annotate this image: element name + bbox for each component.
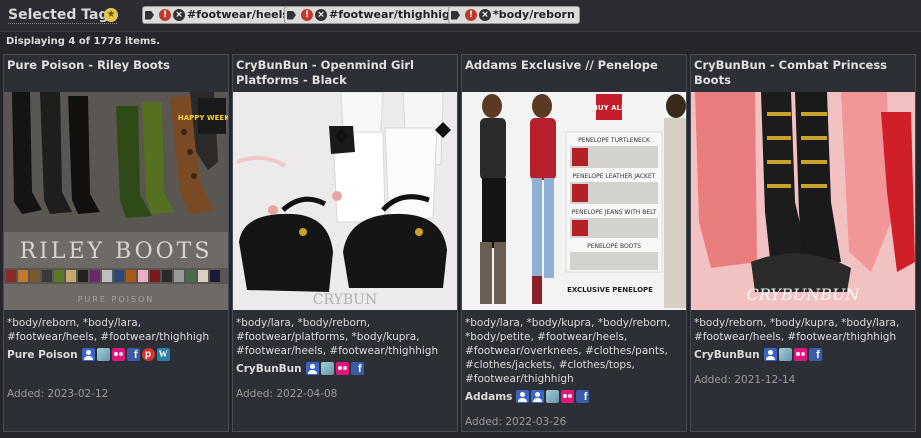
item-added-date: Added: 2022-03-26 [465,416,567,428]
facebook-icon[interactable]: f [576,390,590,403]
selected-tags-bar: Selected Tags ★ ! × #footwear/heels ! × … [0,0,921,32]
item-title[interactable]: Pure Poison - Riley Boots [7,58,225,73]
exclude-icon[interactable]: ! [465,9,477,21]
user-icon[interactable] [531,390,545,403]
item-source-name[interactable]: Addams [465,391,512,403]
combat-princess-boots-image: CRYBUNBUN [691,92,915,310]
tag-chip-body-reborn[interactable]: ! × *body/reborn [448,6,580,24]
item-added-date: Added: 2022-04-08 [236,388,338,400]
item-image[interactable]: HAPPY WEEKEND RILEY BOOTS PURE POISON [4,92,228,310]
item-title[interactable]: CryBunBun - Openmind Girl Platforms - Bl… [236,58,454,88]
item-added-date: Added: 2021-12-14 [694,374,796,386]
item-image[interactable]: CRYBUNBUN [691,92,915,310]
item-card[interactable]: Pure Poison - Riley Boots HAPPY WEEKEND … [3,54,229,432]
pinterest-icon[interactable]: p [141,348,155,361]
item-tags: *body/lara, *body/reborn, #footwear/plat… [236,317,439,357]
item-title[interactable]: CryBunBun - Combat Princess Boots [694,58,912,88]
facebook-icon[interactable]: f [126,348,140,361]
exclude-icon[interactable]: ! [159,9,171,21]
item-image[interactable]: BUY ALL PENELOPE TURTLENECK PENELOPE LEA… [462,92,686,310]
tag-chip-label: #footwear/heels [187,8,289,21]
image-subtitle-text: PURE POISON [78,295,155,304]
item-image[interactable]: CRYBUN [233,92,457,310]
facebook-icon[interactable]: f [350,362,364,375]
tag-icon [145,10,157,21]
user-icon[interactable] [81,348,95,361]
tag-chip-footwear-thighhigh[interactable]: ! × #footwear/thighhigh [284,6,463,24]
user-icon[interactable] [763,348,777,361]
item-added-date: Added: 2023-02-12 [7,388,109,400]
marketplace-icon[interactable] [96,348,110,361]
image-label-text: PENELOPE TURTLENECK [578,137,651,144]
item-card[interactable]: CryBunBun - Combat Princess Boots CRYBUN… [690,54,916,432]
exclude-icon[interactable]: ! [301,9,313,21]
image-badge-text: BUY ALL [593,104,626,112]
item-source: CryBunBun f [694,348,824,361]
svg-text:CRYBUN: CRYBUN [313,292,377,308]
image-label-text: PENELOPE BOOTS [587,243,641,250]
image-label-text: PENELOPE JEANS WITH BELT [572,209,657,216]
item-source-name[interactable]: Pure Poison [7,349,78,361]
results-count: Displaying 4 of 1778 items. [6,36,161,47]
image-label-text: PENELOPE LEATHER JACKET [573,173,656,180]
close-icon[interactable]: × [315,9,327,21]
image-title-text: RILEY BOOTS [20,239,213,264]
close-icon[interactable]: × [173,9,185,21]
tag-chip-label: #footwear/thighhigh [329,8,458,21]
item-source-name[interactable]: CryBunBun [694,349,760,361]
item-tags: *body/reborn, *body/lara, #footwear/heel… [7,317,210,343]
item-source: Pure Poison f p W [7,348,172,361]
facebook-icon[interactable]: f [808,348,822,361]
tag-chip-footwear-heels[interactable]: ! × #footwear/heels [142,6,294,24]
openmind-platforms-image: CRYBUN [233,92,457,310]
image-label-text: EXCLUSIVE PENELOPE [567,286,653,294]
wordpress-icon[interactable]: W [156,348,170,361]
item-source: CryBunBun f [236,362,366,375]
marketplace-icon[interactable] [546,390,560,403]
item-card[interactable]: Addams Exclusive // Penelope BUY ALL PEN… [461,54,687,432]
penelope-image: BUY ALL PENELOPE TURTLENECK PENELOPE LEA… [462,92,686,310]
image-badge-text: HAPPY WEEKEND [178,114,228,122]
item-card[interactable]: CryBunBun - Openmind Girl Platforms - Bl… [232,54,458,432]
tag-icon [287,10,299,21]
tag-chip-label: *body/reborn [493,8,575,21]
user-icon[interactable] [516,390,530,403]
item-tags: *body/lara, *body/kupra, *body/reborn, *… [465,317,671,385]
image-title-text: CRYBUNBUN [747,285,861,304]
tag-icon [451,10,463,21]
item-tags: *body/reborn, *body/kupra, *body/lara, #… [694,317,900,343]
flickr-icon[interactable] [561,390,575,403]
close-icon[interactable]: × [479,9,491,21]
selected-tags-title[interactable]: Selected Tags [8,7,117,24]
item-source-name[interactable]: CryBunBun [236,363,302,375]
help-icon[interactable]: ★ [104,8,118,22]
flickr-icon[interactable] [793,348,807,361]
riley-boots-image: HAPPY WEEKEND RILEY BOOTS PURE POISON [4,92,228,310]
marketplace-icon[interactable] [778,348,792,361]
item-source: Addams f [465,390,591,403]
user-icon[interactable] [305,362,319,375]
item-title[interactable]: Addams Exclusive // Penelope [465,58,683,73]
flickr-icon[interactable] [335,362,349,375]
flickr-icon[interactable] [111,348,125,361]
marketplace-icon[interactable] [320,362,334,375]
